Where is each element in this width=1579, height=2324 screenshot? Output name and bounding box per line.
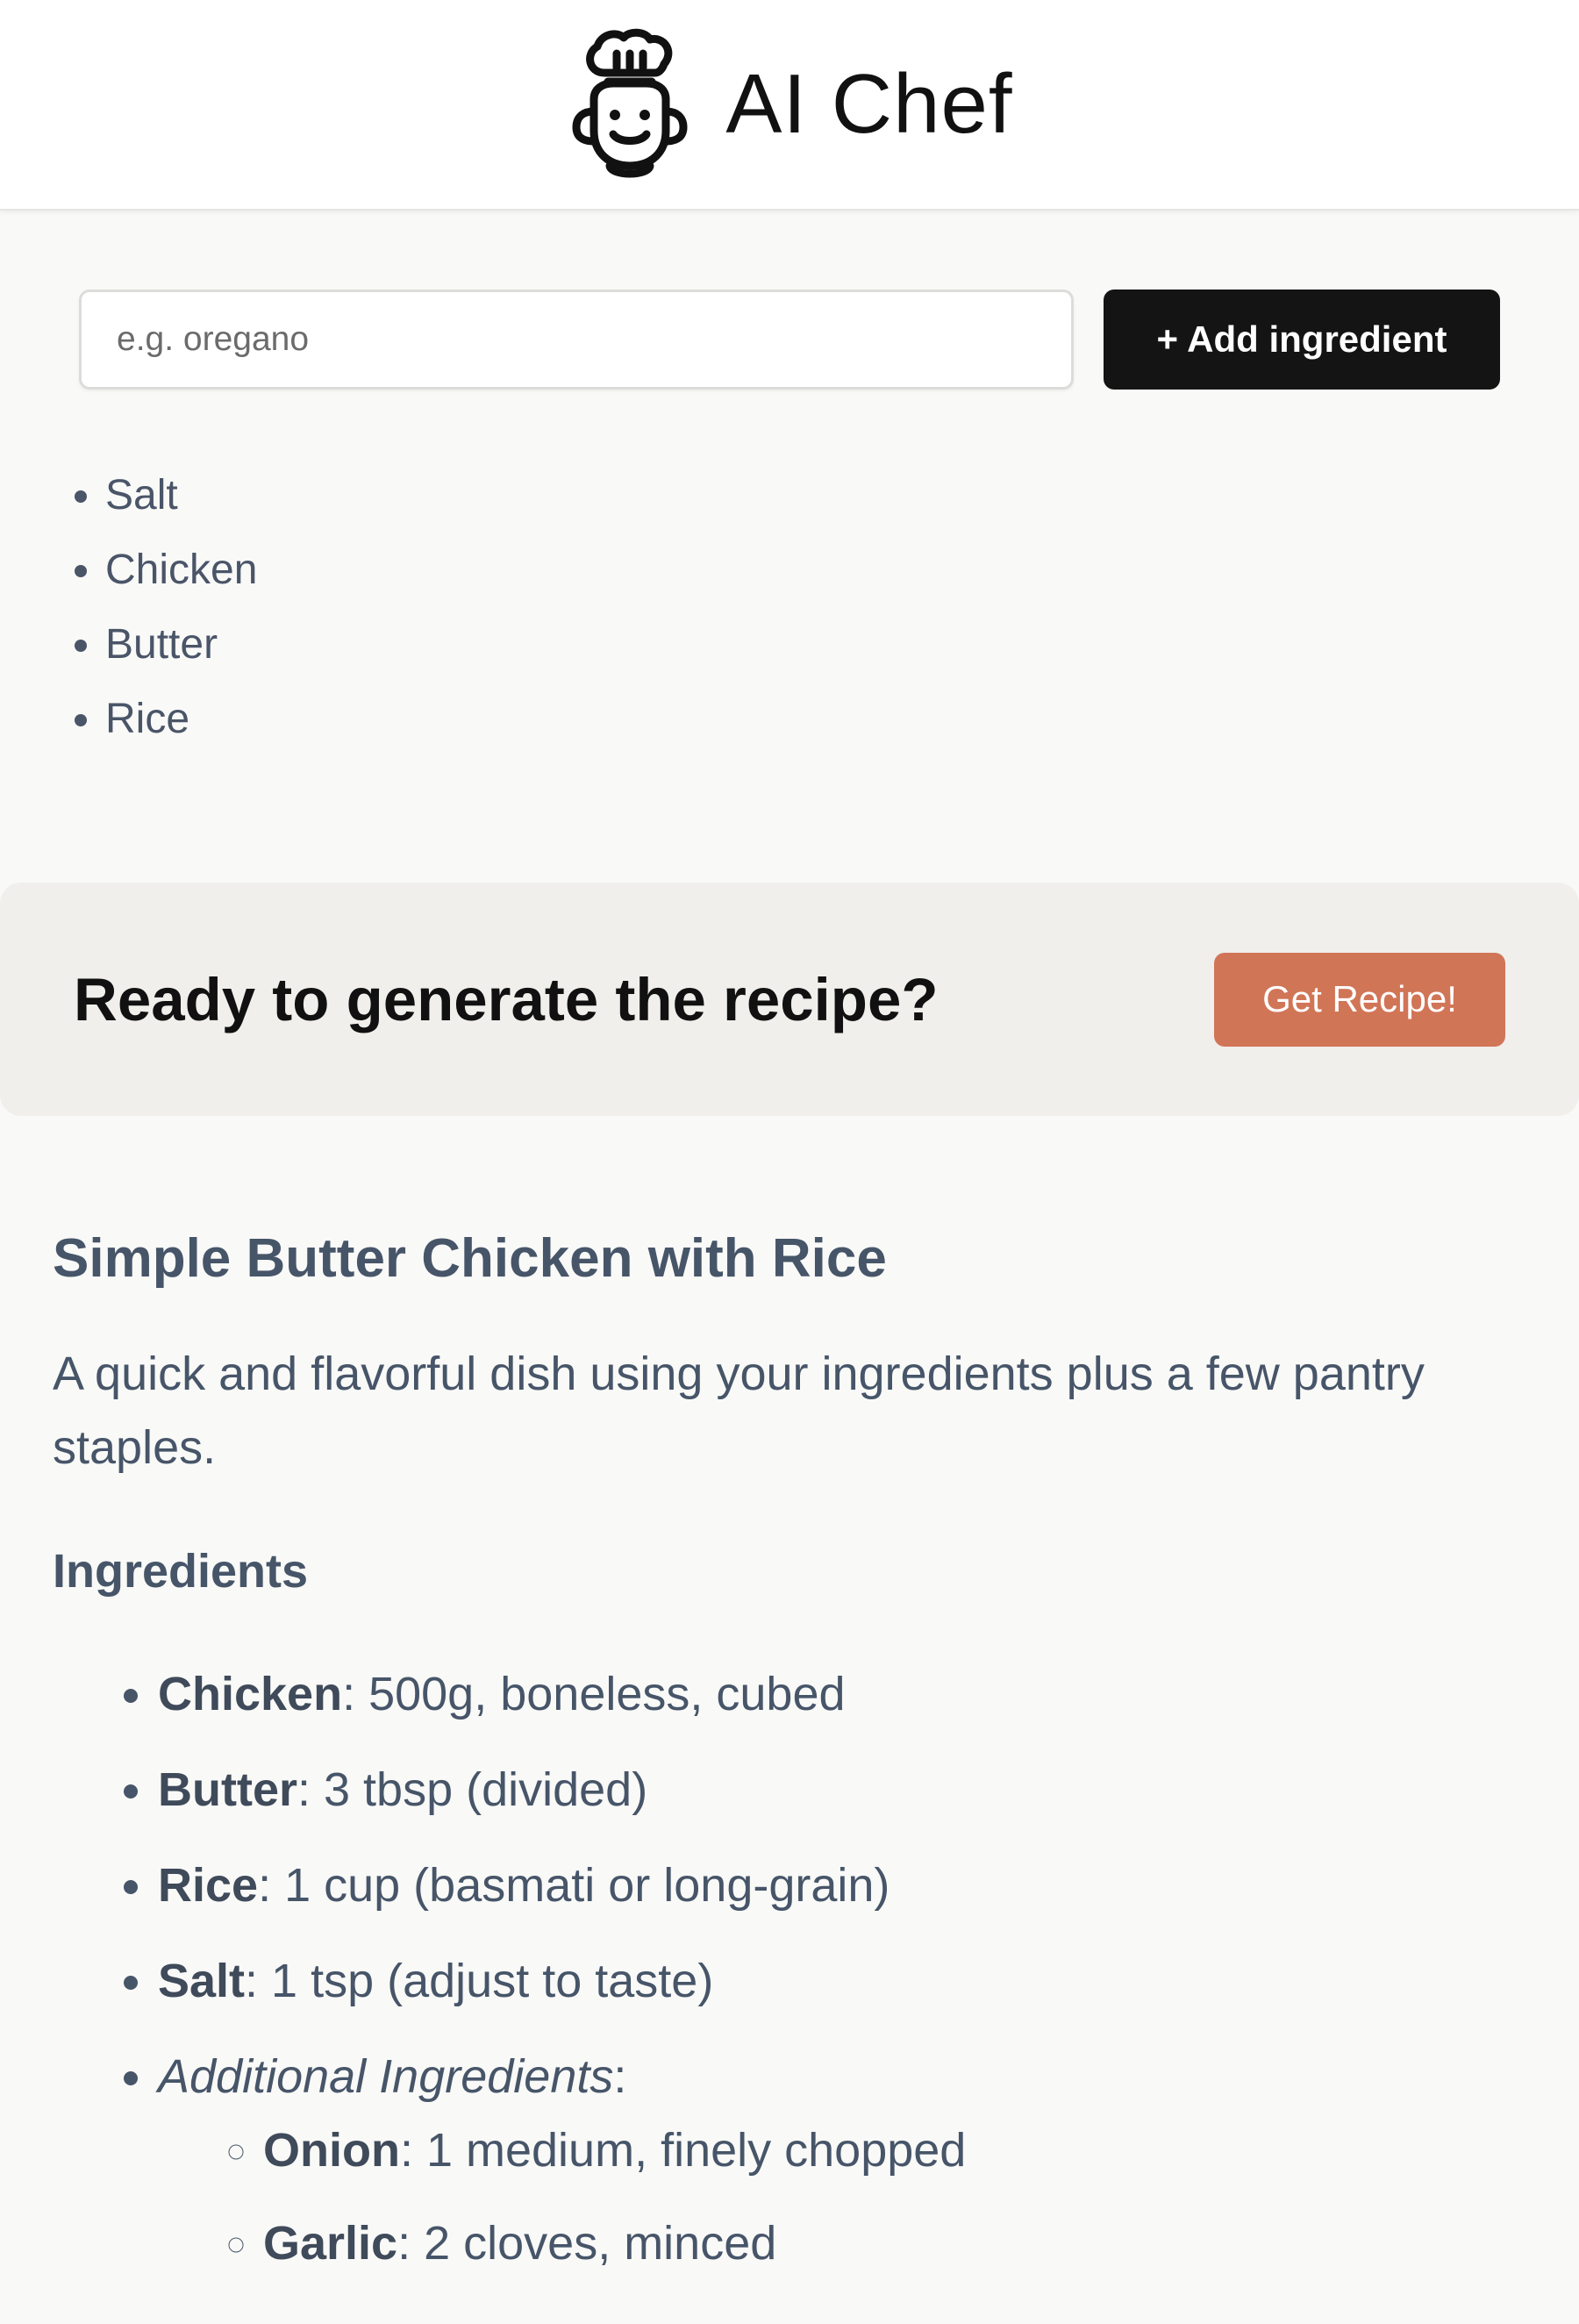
ingredient-input[interactable]	[79, 290, 1074, 390]
ingredient-detail: : 1 tsp (adjust to taste)	[245, 1955, 714, 2007]
add-ingredient-button[interactable]: + Add ingredient	[1104, 290, 1500, 390]
additional-ingredient-list: Onion: 1 medium, finely chopped Garlic: …	[158, 2116, 1535, 2278]
additional-ingredients-suffix: :	[613, 2050, 627, 2103]
additional-ingredients-item: Additional Ingredients: Onion: 1 medium,…	[158, 2042, 1535, 2278]
app-title: AI Chef	[725, 57, 1013, 151]
ingredient-name: Chicken	[158, 1668, 343, 1720]
ingredients-heading: Ingredients	[53, 1545, 309, 1598]
recipe-title: Simple Butter Chicken with Rice	[53, 1228, 887, 1289]
ingredient-name: Rice	[158, 1859, 259, 1912]
ingredient-item: Salt	[105, 468, 257, 543]
ingredient-list: Salt Chicken Butter Rice	[105, 468, 257, 767]
robot-chef-icon	[572, 28, 688, 178]
ingredient-name: Onion	[263, 2124, 400, 2177]
recipe-description: A quick and flavorful dish using your in…	[53, 1348, 1425, 1474]
app-header: AI Chef	[0, 0, 1579, 211]
recipe-ingredient-list: Chicken: 500g, boneless, cubed Butter: 3…	[53, 1660, 1535, 2278]
recipe-ingredient-item: Chicken: 500g, boneless, cubed	[158, 1660, 1535, 1728]
recipe-ingredient-item: Rice: 1 cup (basmati or long-grain)	[158, 1851, 1535, 1920]
ingredient-detail: : 2 cloves, minced	[397, 2217, 777, 2270]
add-ingredient-form: + Add ingredient	[79, 290, 1500, 390]
get-recipe-button[interactable]: Get Recipe!	[1214, 952, 1505, 1047]
ingredient-item: Butter	[105, 618, 257, 692]
get-recipe-panel: Ready to generate the recipe? Get Recipe…	[0, 883, 1579, 1116]
additional-ingredients-label: Additional Ingredients	[158, 2050, 614, 2103]
recipe-ingredient-item: Butter: 3 tbsp (divided)	[158, 1756, 1535, 1824]
ingredient-name: Garlic	[263, 2217, 398, 2270]
ingredient-detail: : 500g, boneless, cubed	[342, 1668, 846, 1720]
ingredient-detail: : 1 medium, finely chopped	[399, 2124, 967, 2177]
ingredient-name: Butter	[158, 1763, 297, 1816]
recipe-ingredient-item: Salt: 1 tsp (adjust to taste)	[158, 1947, 1535, 2015]
additional-ingredient-item: Garlic: 2 cloves, minced	[263, 2209, 1535, 2278]
additional-ingredient-item: Onion: 1 medium, finely chopped	[263, 2116, 1535, 2185]
cta-heading: Ready to generate the recipe?	[74, 965, 939, 1033]
ingredient-detail: : 3 tbsp (divided)	[297, 1763, 648, 1816]
ingredient-item: Chicken	[105, 543, 257, 618]
ingredient-item: Rice	[105, 692, 257, 767]
ingredient-detail: : 1 cup (basmati or long-grain)	[258, 1859, 890, 1912]
recipe-output: Simple Butter Chicken with Rice A quick …	[53, 1219, 1535, 2305]
ingredient-name: Salt	[158, 1955, 246, 2007]
